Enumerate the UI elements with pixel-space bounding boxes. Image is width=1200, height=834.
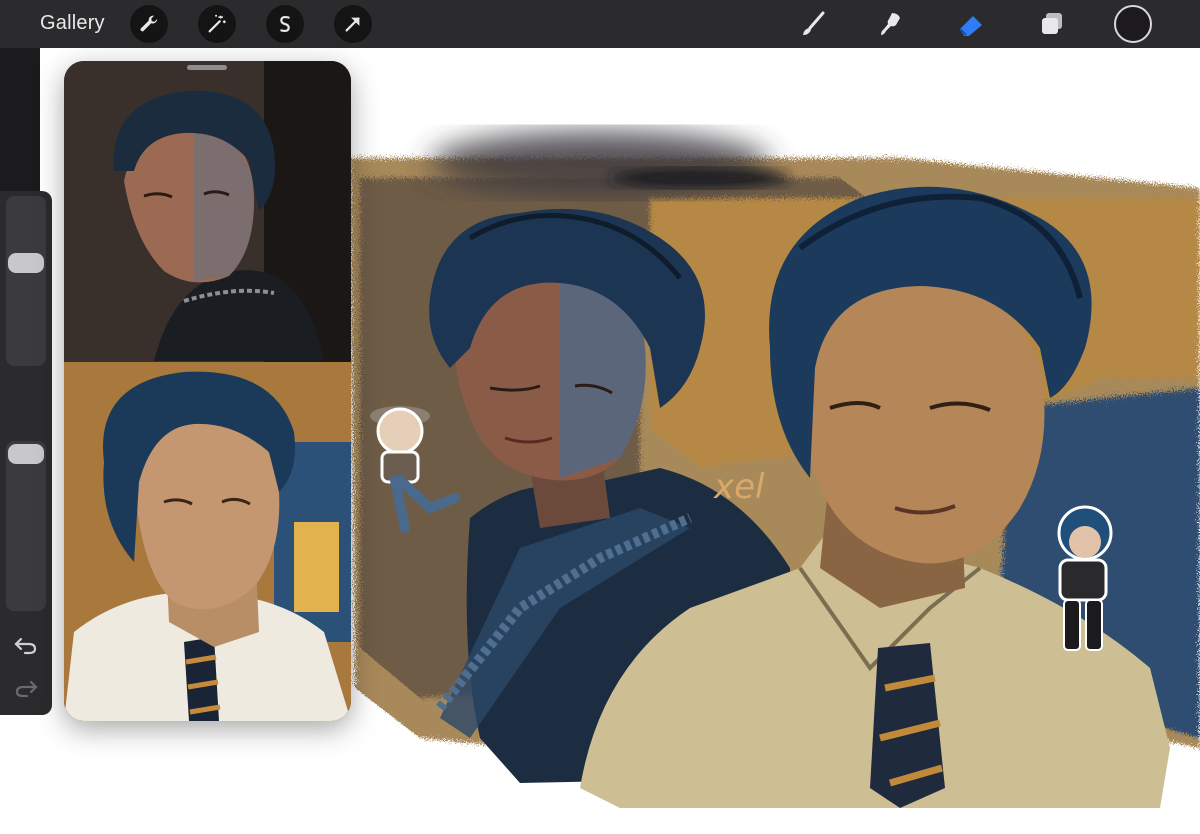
opacity-slider[interactable]: [6, 441, 46, 611]
layers-icon[interactable]: [1034, 6, 1070, 42]
reference-drag-handle[interactable]: [187, 65, 227, 70]
brush-icon[interactable]: [795, 6, 831, 42]
brush-size-thumb[interactable]: [8, 253, 44, 273]
sidebar-top-strip: [0, 48, 40, 193]
brush-size-slider[interactable]: [6, 196, 46, 366]
left-sidebar: [0, 191, 52, 715]
artist-signature: xel: [713, 467, 765, 507]
wrench-icon[interactable]: [130, 5, 168, 43]
smudge-icon[interactable]: [873, 6, 909, 42]
reference-photo-bottom: [64, 362, 351, 721]
transform-arrow-icon[interactable]: [334, 5, 372, 43]
magic-wand-icon[interactable]: [198, 5, 236, 43]
undo-icon[interactable]: [13, 634, 39, 656]
gallery-button[interactable]: Gallery: [40, 12, 105, 35]
redo-icon[interactable]: [13, 677, 39, 699]
selection-s-icon[interactable]: [266, 5, 304, 43]
opacity-thumb[interactable]: [8, 444, 44, 464]
reference-photo-top: [64, 61, 351, 362]
color-picker-swatch[interactable]: [1114, 5, 1152, 43]
eraser-icon[interactable]: [953, 6, 989, 42]
top-toolbar: Gallery: [0, 0, 1200, 48]
reference-panel[interactable]: [64, 61, 351, 721]
